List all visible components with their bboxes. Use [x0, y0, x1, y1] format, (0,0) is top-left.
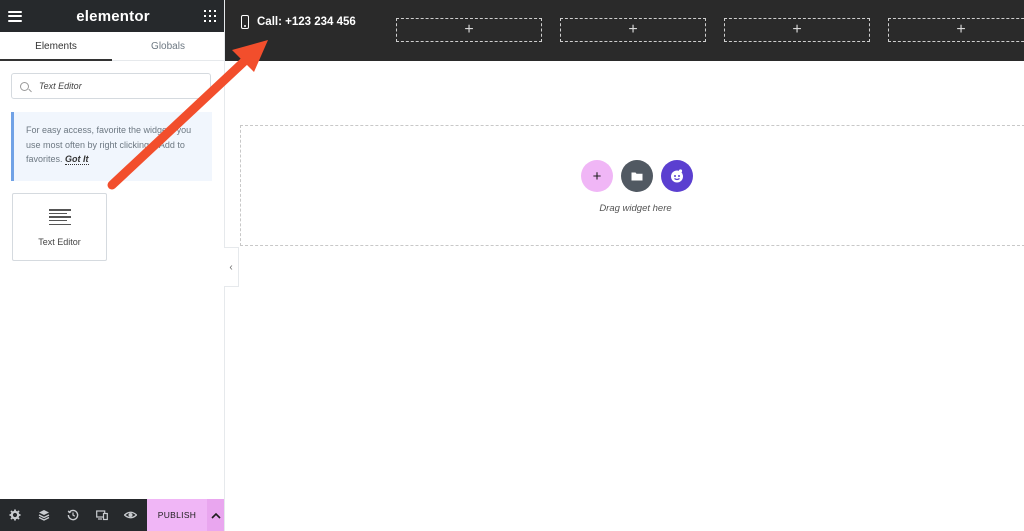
- empty-column-4[interactable]: +: [888, 18, 1024, 42]
- tab-globals[interactable]: Globals: [112, 32, 224, 60]
- canvas-header: Call: +123 234 456 + + + +: [225, 0, 1024, 61]
- plus-icon: +: [792, 21, 802, 38]
- drop-area[interactable]: + Drag widget here: [240, 125, 1024, 246]
- text-editor-icon: [48, 209, 71, 225]
- got-it-link[interactable]: Got It: [65, 154, 89, 165]
- hamburger-icon[interactable]: [8, 10, 22, 22]
- empty-column-3[interactable]: +: [724, 18, 870, 42]
- panel-header: elementor: [0, 0, 224, 32]
- text-editor-widget[interactable]: Text Editor: [12, 193, 107, 261]
- widget-label: Text Editor: [38, 237, 81, 247]
- chevron-left-icon[interactable]: ‹: [224, 247, 239, 287]
- call-text: Call: +123 234 456: [257, 16, 356, 28]
- preview-icon[interactable]: [116, 499, 145, 531]
- empty-column-2[interactable]: +: [560, 18, 706, 42]
- drop-buttons: +: [581, 160, 701, 192]
- history-icon[interactable]: [58, 499, 87, 531]
- chevron-up-icon[interactable]: [207, 499, 224, 531]
- template-library-button[interactable]: [621, 160, 653, 192]
- favorites-notice: For easy access, favorite the widgets yo…: [11, 112, 212, 181]
- panel-footer: PUBLISH: [0, 499, 224, 531]
- publish-button[interactable]: PUBLISH: [147, 499, 207, 531]
- drag-widget-text: Drag widget here: [599, 203, 672, 214]
- grid-icon[interactable]: [204, 10, 216, 22]
- layers-icon[interactable]: [29, 499, 58, 531]
- plus-icon: +: [592, 167, 602, 185]
- folder-icon: [631, 172, 643, 181]
- search-input[interactable]: [37, 80, 191, 92]
- phone-icon: [241, 15, 249, 29]
- editor-panel: elementor Elements Globals For easy acce…: [0, 0, 225, 531]
- tab-elements[interactable]: Elements: [0, 32, 112, 61]
- notice-text: For easy access, favorite the widgets yo…: [26, 125, 192, 164]
- responsive-icon[interactable]: [87, 499, 116, 531]
- plus-icon: +: [464, 21, 474, 38]
- panel-tabs: Elements Globals: [0, 32, 224, 61]
- call-widget[interactable]: Call: +123 234 456: [241, 15, 356, 29]
- elementor-logo: elementor: [76, 7, 150, 25]
- plus-icon: +: [956, 21, 966, 38]
- search-box: [11, 73, 211, 99]
- plus-icon: +: [628, 21, 638, 38]
- search-icon: [20, 81, 29, 91]
- ai-button[interactable]: [661, 160, 693, 192]
- ai-icon: [671, 169, 683, 183]
- empty-column-1[interactable]: +: [396, 18, 542, 42]
- add-section-button[interactable]: +: [581, 160, 613, 192]
- settings-icon[interactable]: [0, 499, 29, 531]
